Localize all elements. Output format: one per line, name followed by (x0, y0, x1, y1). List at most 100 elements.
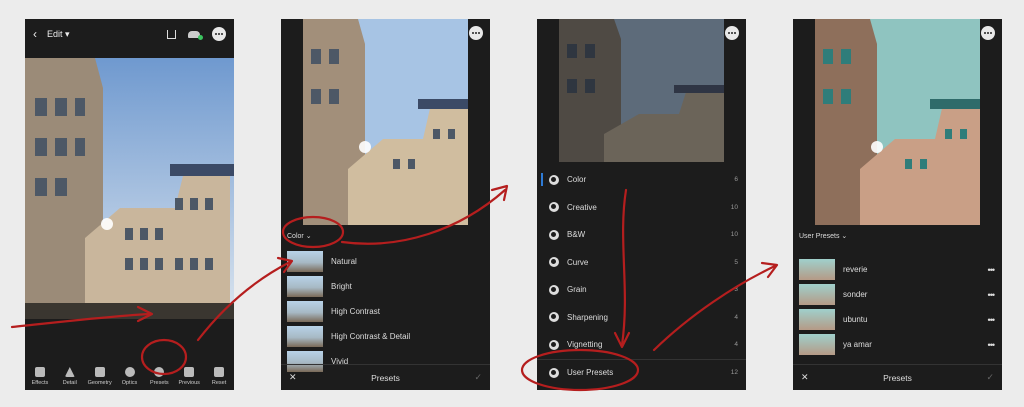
list-item[interactable]: ya amar ••• (793, 332, 1002, 357)
category-count: 6 (734, 176, 738, 184)
tool-label: Optics (121, 380, 138, 386)
annotation-arrowhead (490, 184, 509, 202)
tool-previous[interactable]: Previous (174, 367, 204, 386)
tool-label: Reset (211, 380, 227, 386)
more-horizontal-icon[interactable]: ••• (988, 340, 996, 350)
geometry-icon (94, 367, 105, 377)
tool-label: Detail (62, 380, 77, 386)
tool-reset[interactable]: Reset (204, 367, 234, 386)
preset-label: Bright (331, 282, 352, 291)
category-list: Color 6 Creative 10 B&W 10 Curve 5 Grain 3 Sh… (537, 166, 746, 386)
tool-optics[interactable]: Optics (115, 367, 145, 386)
list-item[interactable]: ubuntu ••• (793, 307, 1002, 332)
list-item[interactable]: Natural (281, 249, 490, 274)
presets-icon (154, 367, 165, 377)
preset-label: ubuntu (843, 315, 868, 324)
category-label: User Presets (799, 232, 840, 240)
back-icon[interactable]: ‹ (33, 27, 37, 41)
preset-label: High Contrast & Detail (331, 332, 411, 341)
list-item[interactable]: Bright (281, 274, 490, 299)
tool-effects[interactable]: Effects (25, 367, 55, 386)
tool-label: Effects (31, 380, 49, 386)
tool-label: Presets (150, 380, 169, 386)
preset-list: reverie ••• sonder ••• ubuntu ••• ya amar ••… (793, 257, 1002, 357)
category-count: 5 (734, 258, 738, 266)
more-icon[interactable] (981, 26, 995, 40)
panel-title: Presets (371, 372, 400, 383)
preset-label: Natural (331, 257, 357, 266)
category-count: 12 (730, 369, 738, 377)
edit-menu[interactable]: Edit ▾ (47, 29, 70, 40)
category-label: Color (567, 175, 587, 185)
panel-title: Presets (883, 372, 912, 383)
category-label: Vignetting (567, 340, 603, 350)
category-count: 4 (734, 341, 738, 349)
list-item[interactable]: reverie ••• (793, 257, 1002, 282)
category-label: B&W (567, 230, 586, 240)
more-horizontal-icon[interactable]: ••• (988, 315, 996, 325)
preset-label: ya amar (843, 340, 872, 349)
category-label: Creative (567, 202, 597, 212)
tool-geometry[interactable]: Geometry (85, 367, 115, 386)
category-item[interactable]: Curve 5 (537, 249, 746, 277)
preset-thumbnail (287, 251, 323, 272)
category-count: 3 (734, 286, 738, 294)
list-item[interactable]: High Contrast & Detail (281, 324, 490, 349)
category-item[interactable]: User Presets 12 (537, 358, 746, 387)
reset-icon (214, 367, 225, 377)
category-item[interactable]: Sharpening 4 (537, 304, 746, 332)
preset-thumbnail (799, 259, 835, 280)
photo (303, 19, 468, 225)
category-item[interactable]: B&W 10 (537, 221, 746, 249)
tool-presets[interactable]: Presets (144, 367, 174, 386)
preset-thumbnail (799, 284, 835, 305)
category-dropdown[interactable]: User Presets ⌄ (793, 225, 1002, 247)
list-item[interactable]: High Contrast (281, 299, 490, 324)
category-count: 4 (734, 313, 738, 321)
bottom-bar: ✕ Presets ✓ (281, 364, 490, 390)
annotation-arrowhead (760, 261, 779, 279)
category-label: Color (287, 232, 304, 240)
category-label: Sharpening (567, 312, 608, 322)
more-icon[interactable] (469, 26, 483, 40)
screen-user-presets: User Presets ⌄ reverie ••• sonder ••• ubun… (793, 19, 1002, 390)
category-dropdown[interactable]: Color ⌄ (281, 225, 490, 247)
category-item[interactable]: Creative 10 (537, 194, 746, 222)
close-icon[interactable]: ✕ (801, 372, 809, 383)
bottom-bar: ✕ Presets ✓ (793, 364, 1002, 390)
screen-presets-color: Color ⌄ Natural Bright High Contrast Hig… (281, 19, 490, 390)
preset-category-icon (549, 339, 559, 350)
close-icon[interactable]: ✕ (289, 372, 297, 383)
category-label: User Presets (567, 368, 614, 378)
detail-icon (64, 367, 75, 377)
checkmark-icon[interactable]: ✓ (986, 372, 994, 383)
tutorial-strip: ‹ Edit ▾ Effects Detail Geometry Optics … (0, 0, 1024, 407)
edit-label: Edit (47, 28, 63, 39)
category-item[interactable]: Vignetting 4 (537, 331, 746, 359)
list-item[interactable]: sonder ••• (793, 282, 1002, 307)
category-item[interactable]: Color 6 (537, 166, 746, 194)
cloud-sync-icon[interactable] (188, 30, 203, 40)
optics-icon (124, 367, 135, 377)
preset-label: sonder (843, 290, 868, 299)
category-label: Grain (567, 285, 587, 295)
more-horizontal-icon[interactable]: ••• (988, 265, 996, 275)
more-icon[interactable] (212, 27, 226, 41)
share-icon[interactable] (167, 29, 176, 39)
more-icon[interactable] (725, 26, 739, 40)
checkmark-icon[interactable]: ✓ (474, 372, 482, 383)
preset-thumbnail (799, 309, 835, 330)
preset-thumbnail (287, 326, 323, 347)
effects-icon (34, 367, 45, 377)
more-horizontal-icon[interactable]: ••• (988, 290, 996, 300)
preset-thumbnail (287, 276, 323, 297)
photo (25, 58, 234, 319)
tool-label: Geometry (87, 380, 112, 386)
tool-detail[interactable]: Detail (55, 367, 85, 386)
photo-dimmed (559, 19, 724, 162)
category-item[interactable]: Grain 3 (537, 276, 746, 304)
previous-icon (184, 367, 195, 377)
preset-category-icon (549, 367, 559, 378)
category-count: 10 (730, 231, 738, 239)
preset-category-icon (549, 174, 559, 185)
